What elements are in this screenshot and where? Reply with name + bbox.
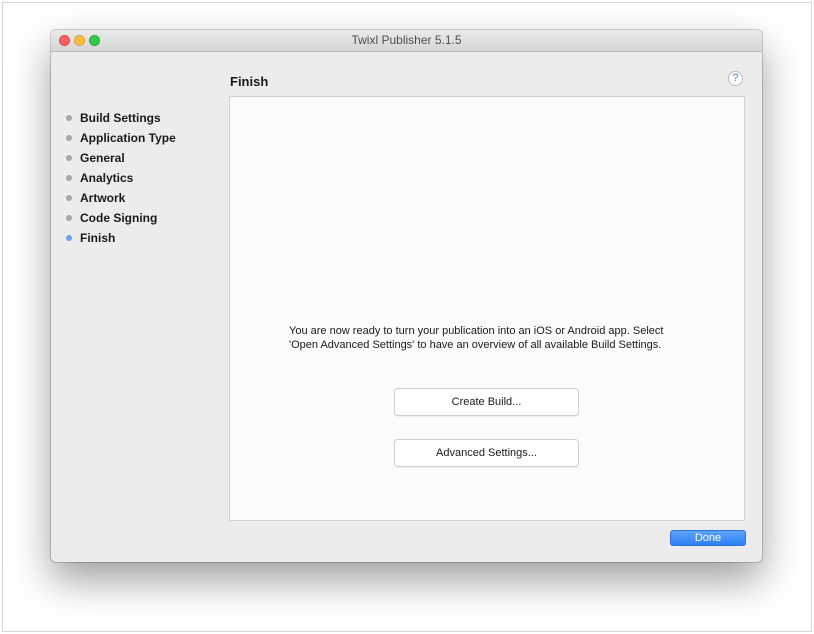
step-label: General (80, 151, 125, 165)
step-label: Finish (80, 231, 116, 245)
page-title: Finish (230, 74, 269, 89)
step-bullet-icon (66, 155, 72, 161)
finish-message: You are now ready to turn your publicati… (289, 324, 709, 352)
step-application-type[interactable]: Application Type (51, 128, 229, 148)
app-window: Twixl Publisher 5.1.5 Build Settings App… (51, 30, 762, 562)
step-bullet-active-icon (66, 235, 72, 241)
step-general[interactable]: General (51, 148, 229, 168)
create-build-button[interactable]: Create Build... (394, 388, 579, 416)
advanced-settings-button[interactable]: Advanced Settings... (394, 439, 579, 467)
content-panel: You are now ready to turn your publicati… (229, 96, 745, 521)
step-bullet-icon (66, 115, 72, 121)
step-label: Application Type (80, 131, 176, 145)
message-line-2: 'Open Advanced Settings' to have an over… (289, 339, 662, 351)
title-bar: Twixl Publisher 5.1.5 (51, 30, 762, 52)
step-label: Build Settings (80, 111, 161, 125)
steps-sidebar: Build Settings Application Type General … (51, 108, 229, 248)
help-icon[interactable]: ? (728, 71, 743, 86)
step-analytics[interactable]: Analytics (51, 168, 229, 188)
message-line-1: You are now ready to turn your publicati… (289, 325, 664, 337)
step-artwork[interactable]: Artwork (51, 188, 229, 208)
step-bullet-icon (66, 175, 72, 181)
step-finish[interactable]: Finish (51, 228, 229, 248)
step-label: Code Signing (80, 211, 158, 225)
step-build-settings[interactable]: Build Settings (51, 108, 229, 128)
step-bullet-icon (66, 215, 72, 221)
step-label: Analytics (80, 171, 134, 185)
step-code-signing[interactable]: Code Signing (51, 208, 229, 228)
step-label: Artwork (80, 191, 126, 205)
window-title: Twixl Publisher 5.1.5 (351, 33, 462, 47)
done-button[interactable]: Done (670, 530, 746, 546)
step-bullet-icon (66, 135, 72, 141)
step-bullet-icon (66, 195, 72, 201)
